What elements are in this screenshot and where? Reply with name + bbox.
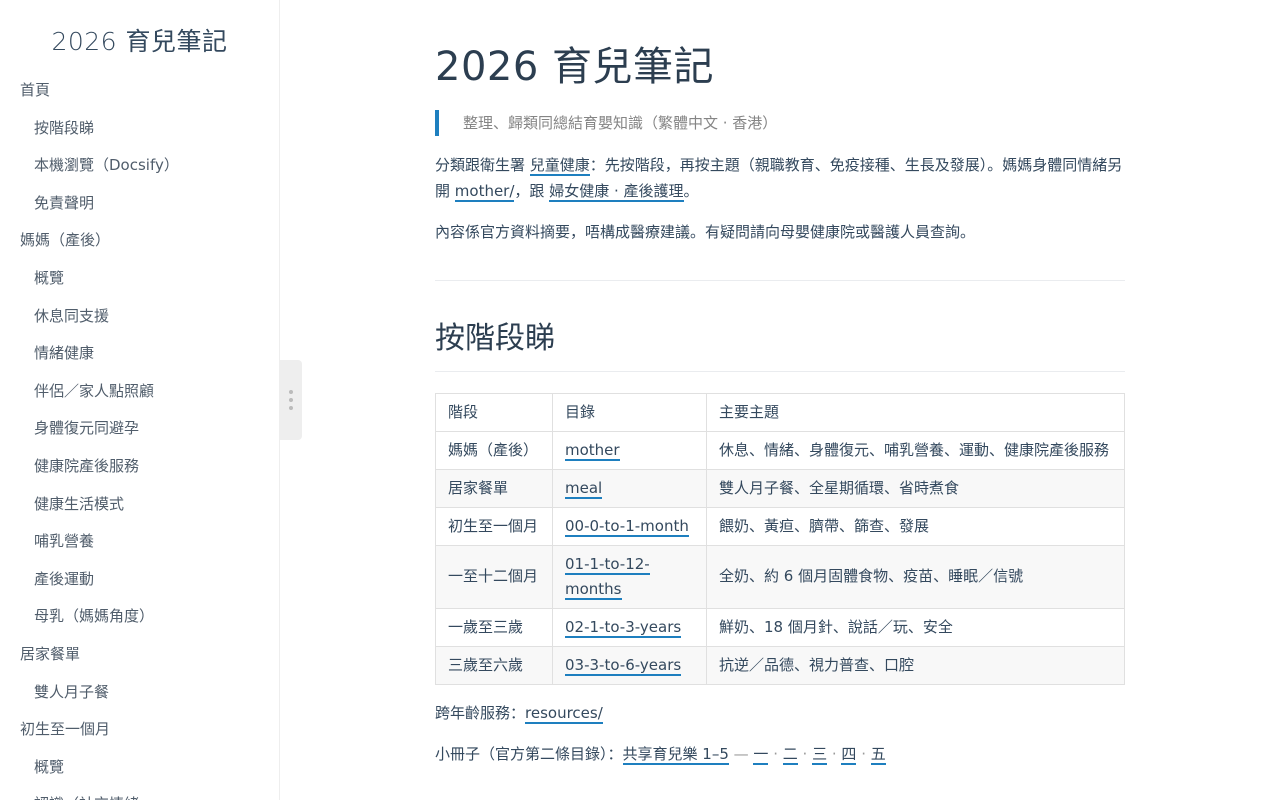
dir-cell: meal xyxy=(552,468,707,508)
dir-link[interactable]: 00-0-to-1-month xyxy=(565,516,689,537)
divider xyxy=(435,279,1125,281)
sidebar-nav: 首頁 按階段睇 本機瀏覽（Docsify） 免責聲明 媽媽（產後） 概覽 休息同支援 情緒健康… xyxy=(0,79,279,800)
table-row: 一至十二個月 01-1-to-12-months 全奶、約 6 個月固體食物、疫苗、… xyxy=(435,544,1125,609)
dash-separator: — xyxy=(728,744,754,763)
booklets-line: 小冊子（官方第二條目錄）：共享育兒樂 1–5 — 一 · 二 · 三 · 四 ·… xyxy=(435,742,1125,767)
intro-paragraph: 分類跟衛生署 兒童健康：先按階段，再按主題（親職教育、免疫接種、生長及發展）。媽… xyxy=(435,153,1125,204)
topics-cell: 鮮奶、18 個月針、說話／玩、安全 xyxy=(706,607,1125,647)
sidebar-item[interactable]: 首頁 xyxy=(0,79,279,117)
sidebar-item[interactable]: 概覽 xyxy=(0,756,279,794)
table-header-row: 階段 目錄 主要主題 xyxy=(435,392,1125,432)
grip-dots-icon xyxy=(289,390,293,410)
sidebar-item[interactable]: 居家餐單 xyxy=(0,643,279,681)
sidebar-item[interactable]: 母乳（媽媽角度） xyxy=(0,605,279,643)
sidebar-item[interactable]: 身體復元同避孕 xyxy=(0,417,279,455)
sidebar-item[interactable]: 本機瀏覽（Docsify） xyxy=(0,154,279,192)
dir-link[interactable]: meal xyxy=(565,478,603,499)
stage-cell: 三歲至六歲 xyxy=(435,645,553,685)
sidebar-item[interactable]: 認識（社交情緒 xyxy=(0,793,279,800)
topics-cell: 抗逆／品德、視力普查、口腔 xyxy=(706,645,1125,685)
sidebar-item[interactable]: 概覽 xyxy=(0,267,279,305)
booklet-link[interactable]: 一 xyxy=(753,744,769,765)
sidebar-toggle[interactable] xyxy=(280,360,302,440)
stages-table: 階段 目錄 主要主題 媽媽（產後） mother 休息、情緒、身體復元、哺乳營養、運… xyxy=(435,392,1125,685)
sidebar-item[interactable]: 雙人月子餐 xyxy=(0,681,279,719)
dir-link[interactable]: mother xyxy=(565,440,620,461)
stage-cell: 一至十二個月 xyxy=(435,544,553,609)
booklet-link[interactable]: 三 xyxy=(812,744,828,765)
cross-age-label: 跨年齡服務： xyxy=(435,703,526,722)
sidebar-item[interactable]: 情緒健康 xyxy=(0,342,279,380)
subtitle-quote: 整理、歸類同總結育嬰知識（繁體中文 · 香港） xyxy=(435,110,1125,136)
sidebar-item[interactable]: 哺乳營養 xyxy=(0,530,279,568)
booklet-link[interactable]: 二 xyxy=(782,744,798,765)
disclaimer-paragraph: 內容係官方資料摘要，唔構成醫療建議。有疑問請向母嬰健康院或醫護人員查詢。 xyxy=(435,223,976,241)
child-health-link[interactable]: 兒童健康 xyxy=(529,156,590,176)
app-name[interactable]: 2026 育兒筆記 xyxy=(0,22,279,58)
topics-cell: 餵奶、黃疸、臍帶、篩查、發展 xyxy=(706,506,1125,546)
intro-text: ，跟 xyxy=(514,181,550,200)
dir-cell: 02-1-to-3-years xyxy=(552,607,707,647)
dir-cell: 00-0-to-1-month xyxy=(552,506,707,546)
table-row: 媽媽（產後） mother 休息、情緒、身體復元、哺乳營養、運動、健康院產後服務 xyxy=(435,430,1125,470)
topics-cell: 雙人月子餐、全星期循環、省時煮食 xyxy=(706,468,1125,508)
sidebar-item[interactable]: 伴侶／家人點照顧 xyxy=(0,380,279,418)
booklet-link[interactable]: 四 xyxy=(841,744,857,765)
header-dir: 目錄 xyxy=(552,392,707,432)
cross-age-line: 跨年齡服務：resources/ xyxy=(435,701,1125,726)
stage-cell: 初生至一個月 xyxy=(435,506,553,546)
section-heading: 按階段睇 xyxy=(435,319,1125,372)
sidebar-item[interactable]: 產後運動 xyxy=(0,568,279,606)
intro-text: 。 xyxy=(683,181,699,200)
stage-cell: 一歲至三歲 xyxy=(435,607,553,647)
sidebar-item[interactable]: 健康院產後服務 xyxy=(0,455,279,493)
dir-cell: 01-1-to-12-months xyxy=(552,544,707,609)
sidebar-item[interactable]: 初生至一個月 xyxy=(0,718,279,756)
booklet-link[interactable]: 五 xyxy=(870,744,886,765)
dir-link[interactable]: 01-1-to-12-months xyxy=(565,554,650,600)
booklets-label: 小冊子（官方第二條目錄）： xyxy=(435,744,623,763)
dot-separator: · xyxy=(827,744,842,763)
sidebar-item[interactable]: 免責聲明 xyxy=(0,192,279,230)
stage-cell: 媽媽（產後） xyxy=(435,430,553,470)
main-content: 2026 育兒筆記 整理、歸類同總結育嬰知識（繁體中文 · 香港） 分類跟衛生署… xyxy=(435,0,1125,767)
sidebar-item[interactable]: 休息同支援 xyxy=(0,305,279,343)
stage-cell: 居家餐單 xyxy=(435,468,553,508)
table-row: 初生至一個月 00-0-to-1-month 餵奶、黃疸、臍帶、篩查、發展 xyxy=(435,506,1125,546)
dot-separator: · xyxy=(797,744,813,763)
dir-link[interactable]: 02-1-to-3-years xyxy=(565,617,682,638)
dir-link[interactable]: 03-3-to-6-years xyxy=(565,655,682,676)
sidebar: 2026 育兒筆記 首頁 按階段睇 本機瀏覽（Docsify） 免責聲明 媽媽（產後）概… xyxy=(0,0,280,800)
resources-link[interactable]: resources/ xyxy=(525,703,603,724)
intro-text: 分類跟衛生署 xyxy=(435,156,530,174)
mother-dir-link[interactable]: mother/ xyxy=(454,181,515,202)
sidebar-item[interactable]: 媽媽（產後） xyxy=(0,229,279,267)
table-row: 三歲至六歲 03-3-to-6-years 抗逆／品德、視力普查、口腔 xyxy=(435,645,1125,685)
page-title: 2026 育兒筆記 xyxy=(435,44,715,90)
women-health-link[interactable]: 婦女健康 · 產後護理 xyxy=(549,181,684,202)
dir-cell: 03-3-to-6-years xyxy=(552,645,707,685)
header-stage: 階段 xyxy=(435,392,553,432)
topics-cell: 休息、情緒、身體復元、哺乳營養、運動、健康院產後服務 xyxy=(706,430,1125,470)
header-topics: 主要主題 xyxy=(706,392,1125,432)
dot-separator: · xyxy=(768,744,783,763)
table-row: 居家餐單 meal 雙人月子餐、全星期循環、省時煮食 xyxy=(435,468,1125,508)
dir-cell: mother xyxy=(552,430,707,470)
dot-separator: · xyxy=(856,744,871,763)
table-row: 一歲至三歲 02-1-to-3-years 鮮奶、18 個月針、說話／玩、安全 xyxy=(435,607,1125,647)
topics-cell: 全奶、約 6 個月固體食物、疫苗、睡眠／信號 xyxy=(706,544,1125,609)
sidebar-item[interactable]: 健康生活模式 xyxy=(0,493,279,531)
sidebar-item[interactable]: 按階段睇 xyxy=(0,117,279,155)
booklets-main-link[interactable]: 共享育兒樂 1–5 xyxy=(622,744,729,765)
